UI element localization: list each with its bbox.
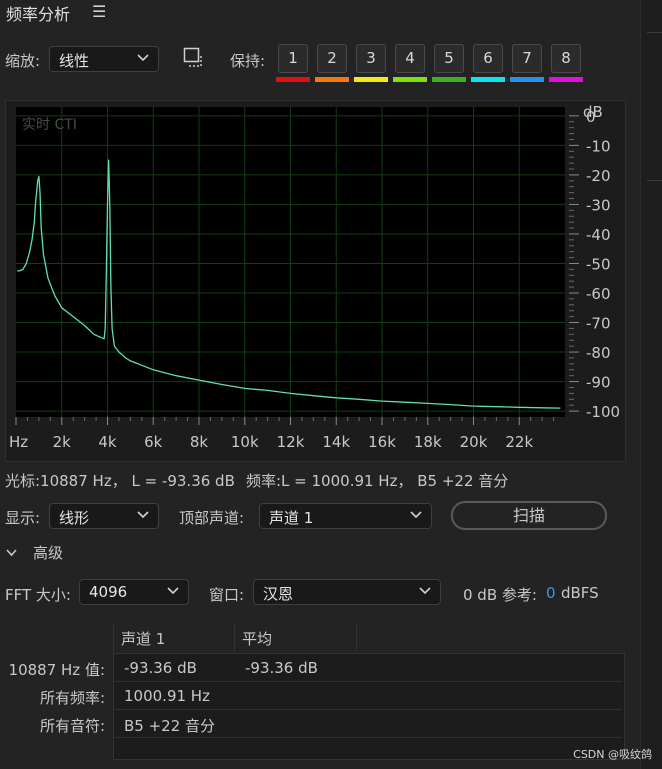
column-header-average: 平均 — [242, 630, 273, 648]
y-axis-unit: dB — [583, 103, 603, 121]
fft-size-dropdown[interactable]: 4096 — [79, 579, 189, 605]
x-tick-label: 16k — [368, 433, 396, 451]
panel-divider — [647, 180, 662, 181]
reference-unit: dBFS — [561, 584, 599, 602]
reference-label: 0 dB 参考: — [463, 586, 537, 604]
hold-button-8[interactable]: 8 — [551, 44, 581, 73]
y-tick-label: -10 — [586, 137, 611, 155]
window-label: 窗口: — [209, 586, 245, 604]
scale-value: 线性 — [59, 52, 90, 70]
cursor-readout: 光标:10887 Hz， L = -93.36 dB — [5, 472, 235, 490]
top-channel-dropdown[interactable]: 声道 1 — [259, 503, 432, 529]
chevron-down-icon[interactable] — [5, 546, 18, 559]
y-tick-label: -100 — [586, 403, 620, 421]
hold-button-5[interactable]: 5 — [434, 44, 464, 73]
hold-label: 保持: — [230, 52, 266, 70]
right-edge-panel — [640, 0, 662, 769]
column-header-channel: 声道 1 — [121, 630, 166, 648]
spectrum-chart[interactable]: Hz 2k 4k 6k 8k 10k 12k 14k 16k 18k 20k 22k 0-10-20-… — [6, 101, 625, 461]
x-tick-label: 14k — [322, 433, 350, 451]
x-tick-label: 18k — [414, 433, 442, 451]
x-tick-label: 6k — [144, 433, 163, 451]
x-tick-label: 8k — [190, 433, 209, 451]
hold-button-1[interactable]: 1 — [278, 44, 308, 73]
x-tick-label: Hz — [9, 433, 28, 451]
chevron-down-icon — [137, 511, 149, 519]
window-dropdown[interactable]: 汉恩 — [253, 579, 441, 605]
y-tick-label: -50 — [586, 255, 611, 273]
table-header-divider — [234, 624, 235, 652]
x-tick-label: 4k — [98, 433, 117, 451]
chevron-down-icon — [137, 54, 149, 62]
hold-button-7[interactable]: 7 — [512, 44, 542, 73]
row-divider — [114, 681, 622, 682]
hold-button-4[interactable]: 4 — [395, 44, 425, 73]
fft-size-value: 4096 — [89, 583, 128, 601]
scale-label: 缩放: — [5, 52, 41, 70]
frequency-readout: 频率:L = 1000.91 Hz， B5 +22 音分 — [246, 472, 509, 490]
hold-color-bar-8 — [549, 77, 583, 82]
reference-value[interactable]: 0 — [546, 584, 556, 602]
table-cell: -93.36 dB — [245, 659, 318, 677]
hold-color-bar-6 — [471, 77, 505, 82]
hold-color-bar-2 — [315, 77, 349, 82]
table-cell: B5 +22 音分 — [124, 717, 216, 735]
x-axis: Hz 2k 4k 6k 8k 10k 12k 14k 16k 18k 20k 22k — [9, 417, 555, 451]
panel-divider — [647, 32, 662, 33]
top-channel-label: 顶部声道: — [179, 509, 245, 527]
scan-button[interactable]: 扫描 — [451, 501, 607, 530]
fft-size-label: FFT 大小: — [5, 586, 71, 604]
chevron-down-icon — [410, 511, 422, 519]
advanced-toggle[interactable]: 高级 — [33, 542, 63, 563]
hold-button-2[interactable]: 2 — [317, 44, 347, 73]
hold-button-3[interactable]: 3 — [356, 44, 386, 73]
chevron-down-icon — [419, 587, 431, 595]
y-tick-label: -30 — [586, 196, 611, 214]
window-value: 汉恩 — [263, 585, 294, 603]
x-tick-label: 20k — [460, 433, 488, 451]
table-cell: -93.36 dB — [124, 659, 197, 677]
table-header-divider — [113, 624, 114, 652]
row-divider — [114, 709, 622, 710]
y-tick-label: -20 — [586, 167, 611, 185]
display-dropdown[interactable]: 线形 — [49, 503, 159, 529]
hold-color-bar-3 — [354, 77, 388, 82]
hold-color-bar-4 — [393, 77, 427, 82]
x-tick-label: 10k — [231, 433, 259, 451]
hold-button-6[interactable]: 6 — [473, 44, 503, 73]
table-header-divider — [356, 624, 357, 652]
spectrum-panel: Hz 2k 4k 6k 8k 10k 12k 14k 16k 18k 20k 22k 0 -10 -20-… — [5, 100, 626, 462]
y-tick-label: -90 — [586, 374, 611, 392]
table-cell: 1000.91 Hz — [124, 687, 210, 705]
row-label: 所有频率: — [39, 689, 105, 707]
y-axis: 0-10-20-30-40-50-60-70-80-90-100 — [569, 108, 620, 421]
scale-dropdown[interactable]: 线性 — [49, 46, 159, 72]
row-label: 所有音符: — [39, 717, 105, 735]
x-tick-label: 12k — [277, 433, 305, 451]
y-tick-label: -70 — [586, 315, 611, 333]
x-tick-label: 22k — [505, 433, 533, 451]
display-label: 显示: — [5, 509, 41, 527]
top-channel-value: 声道 1 — [269, 509, 314, 527]
hold-color-bar-5 — [432, 77, 466, 82]
panel-title: 频率分析 — [6, 5, 71, 24]
x-tick-label: 2k — [53, 433, 72, 451]
display-value: 线形 — [59, 509, 90, 527]
y-tick-label: -60 — [586, 285, 611, 303]
hamburger-menu-icon[interactable]: ☰ — [92, 2, 106, 21]
hold-color-bar-7 — [510, 77, 544, 82]
overlay-label: 实时 CTI — [22, 117, 77, 133]
hold-color-bar-1 — [276, 77, 310, 82]
row-label: 10887 Hz 值: — [8, 661, 105, 679]
hold-overlay-icon[interactable] — [183, 47, 205, 69]
y-tick-label: -40 — [586, 226, 611, 244]
chevron-down-icon — [167, 587, 179, 595]
y-tick-label: -80 — [586, 344, 611, 362]
row-divider — [114, 737, 622, 738]
watermark: CSDN @吸纹鸽 — [573, 748, 652, 761]
